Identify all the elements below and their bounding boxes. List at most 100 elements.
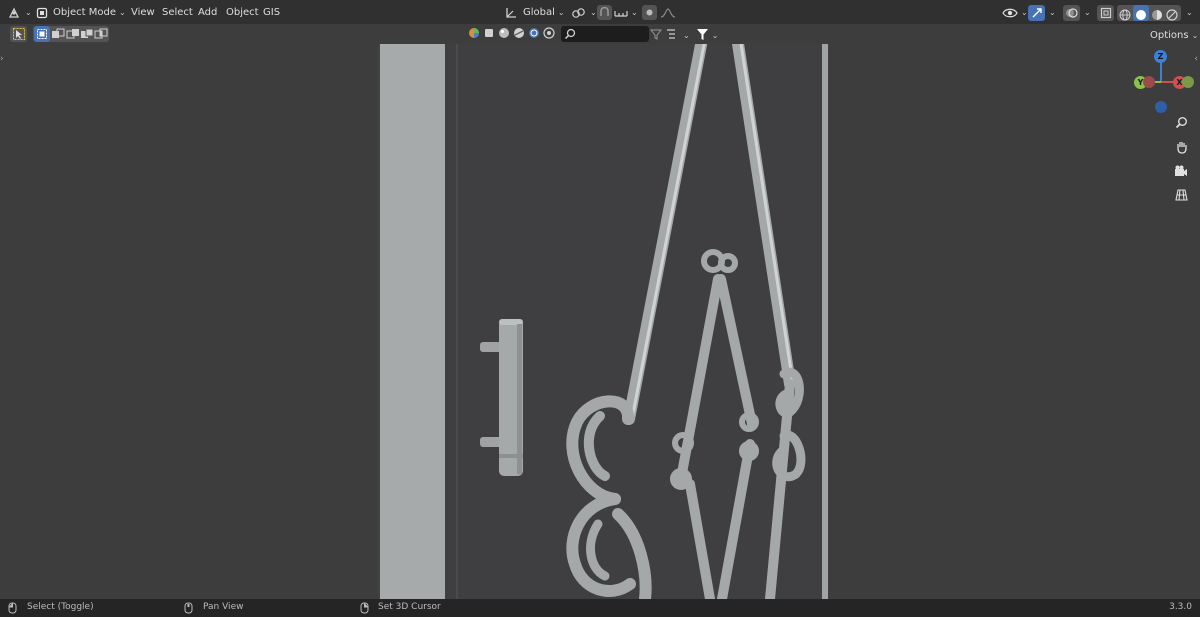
material-shading-icon bbox=[1151, 9, 1163, 21]
wireframe-shading-icon bbox=[1119, 9, 1131, 21]
gizmo-neg-y-axis[interactable] bbox=[1182, 76, 1194, 88]
search-icon bbox=[564, 28, 576, 43]
snap-increment-icon bbox=[614, 7, 628, 19]
menu-view[interactable]: View bbox=[131, 4, 155, 21]
pan-hand-icon bbox=[1175, 140, 1188, 157]
solid-shading-button[interactable] bbox=[1135, 6, 1149, 23]
mode-dropdown[interactable]: Object Mode ⌄ bbox=[36, 4, 126, 21]
menu-add[interactable]: Add bbox=[198, 4, 217, 21]
scene-render bbox=[378, 44, 829, 599]
pivot-point-dropdown[interactable]: ⌄ bbox=[571, 4, 597, 21]
select-mode-subtract-button[interactable] bbox=[66, 27, 80, 44]
pan-button[interactable] bbox=[1171, 138, 1191, 158]
select-mode-invert-button[interactable] bbox=[80, 27, 94, 44]
chevron-down-icon: ⌄ bbox=[25, 8, 32, 17]
transform-orientation-dropdown[interactable]: Global ⌄ bbox=[505, 4, 565, 21]
material-shading-button[interactable] bbox=[1151, 6, 1165, 23]
sphere-icon[interactable] bbox=[498, 27, 510, 42]
square-icon[interactable] bbox=[483, 27, 495, 42]
editor-type-button[interactable]: ⌄ bbox=[8, 4, 32, 21]
status-bar: Select (Toggle) Pan View Set 3D Cursor 3… bbox=[0, 599, 1200, 617]
camera-icon bbox=[1174, 165, 1188, 180]
chevron-down-icon: ⌄ bbox=[1049, 8, 1056, 17]
select-subtract-icon bbox=[66, 28, 80, 43]
snap-icon bbox=[597, 5, 612, 18]
gizmo-icon bbox=[1028, 5, 1045, 19]
zoom-button[interactable] bbox=[1171, 114, 1191, 134]
proportional-edit-toggle[interactable] bbox=[642, 5, 657, 20]
ortho-grid-icon bbox=[1174, 188, 1188, 204]
gizmo-z-axis[interactable]: Z bbox=[1154, 50, 1167, 63]
falloff-dropdown[interactable] bbox=[660, 4, 676, 21]
mouse-right-icon bbox=[360, 602, 369, 617]
chevron-down-icon: ⌄ bbox=[1021, 8, 1028, 17]
gizmo-neg-z-axis[interactable] bbox=[1155, 101, 1167, 113]
options-dropdown[interactable]: Options ⌄ bbox=[1150, 27, 1198, 44]
visibility-icon bbox=[1002, 7, 1018, 19]
snap-toggle[interactable] bbox=[597, 5, 612, 20]
snap-target-dropdown[interactable]: ⌄ bbox=[614, 4, 638, 21]
gizmo-dropdown[interactable]: ⌄ bbox=[1046, 4, 1056, 21]
select-new-icon bbox=[34, 26, 50, 40]
menu-object[interactable]: Object bbox=[226, 4, 259, 21]
transform-orientation-icon bbox=[505, 7, 517, 19]
editor-type-icon bbox=[8, 7, 22, 19]
display-mode-icon[interactable] bbox=[666, 28, 680, 43]
mode-label: Object Mode bbox=[53, 7, 116, 18]
camera-view-button[interactable] bbox=[1171, 162, 1191, 182]
status-right-click: Set 3D Cursor bbox=[378, 602, 441, 612]
select-mode-new-button[interactable] bbox=[34, 26, 50, 42]
visibility-dropdown[interactable]: ⌄ bbox=[1002, 4, 1028, 21]
xray-toggle[interactable] bbox=[1097, 5, 1114, 21]
overlay-dropdown[interactable]: ⌄ bbox=[1081, 4, 1091, 21]
chevron-down-icon: ⌄ bbox=[683, 31, 690, 40]
menu-select[interactable]: Select bbox=[162, 4, 193, 21]
select-tool-button[interactable] bbox=[10, 26, 27, 42]
funnel-half-icon[interactable] bbox=[649, 28, 663, 43]
viewport-header: ⌄ Object Mode ⌄ View Select Add Object G… bbox=[0, 0, 1200, 24]
door-frame-right bbox=[822, 44, 828, 599]
select-mode-intersect-button[interactable] bbox=[94, 27, 108, 44]
chevron-down-icon: ⌄ bbox=[590, 8, 597, 17]
render-filter-icons bbox=[468, 26, 555, 43]
zoom-icon bbox=[1175, 116, 1188, 132]
gizmo-neg-x-axis[interactable] bbox=[1143, 76, 1155, 88]
proportional-edit-icon bbox=[642, 5, 657, 16]
tool-settings-row: ⌄ ⌄ Options ⌄ bbox=[0, 24, 1200, 44]
status-left-click: Select (Toggle) bbox=[27, 602, 94, 612]
color-wheel-icon[interactable] bbox=[468, 27, 480, 42]
world-icon[interactable] bbox=[528, 27, 540, 42]
ortho-toggle-button[interactable] bbox=[1171, 186, 1191, 206]
chevron-down-icon: ⌄ bbox=[1191, 31, 1199, 40]
overlay-toggle[interactable] bbox=[1063, 5, 1080, 21]
shading-dropdown[interactable]: ⌄ bbox=[1183, 4, 1193, 21]
rendered-shading-button[interactable] bbox=[1166, 6, 1180, 23]
lamp-icon[interactable] bbox=[543, 27, 555, 42]
3d-viewport[interactable]: › ‹ Z Y X bbox=[0, 44, 1200, 599]
select-invert-icon bbox=[80, 28, 94, 43]
overlay-icon bbox=[1063, 5, 1080, 19]
status-middle-click: Pan View bbox=[203, 602, 244, 612]
material-ball-icon[interactable] bbox=[513, 27, 525, 42]
search-input[interactable] bbox=[561, 26, 649, 42]
wireframe-shading-button[interactable] bbox=[1119, 6, 1133, 23]
filter-icon[interactable] bbox=[696, 28, 709, 44]
orientation-label: Global bbox=[523, 7, 555, 18]
sidebar-expand-arrow[interactable]: ‹ bbox=[1194, 54, 1198, 64]
door-edge-line bbox=[456, 44, 458, 599]
chevron-down-icon: ⌄ bbox=[631, 8, 638, 17]
toolbar-expand-arrow[interactable]: › bbox=[0, 54, 4, 64]
chevron-down-icon: ⌄ bbox=[557, 8, 565, 17]
filter-controls: ⌄ ⌄ bbox=[649, 27, 718, 44]
select-mode-extend-button[interactable] bbox=[51, 27, 65, 44]
mouse-left-icon bbox=[8, 602, 17, 617]
mouse-middle-icon bbox=[184, 602, 193, 617]
chevron-down-icon: ⌄ bbox=[119, 8, 126, 17]
select-extend-icon bbox=[51, 28, 65, 43]
options-label: Options bbox=[1150, 30, 1189, 41]
menu-gis[interactable]: GIS bbox=[263, 4, 280, 21]
chevron-down-icon: ⌄ bbox=[1186, 8, 1193, 17]
navigation-gizmo[interactable]: Z Y X bbox=[1128, 46, 1194, 116]
select-tool-icon bbox=[10, 26, 27, 40]
gizmo-toggle[interactable] bbox=[1028, 5, 1045, 21]
